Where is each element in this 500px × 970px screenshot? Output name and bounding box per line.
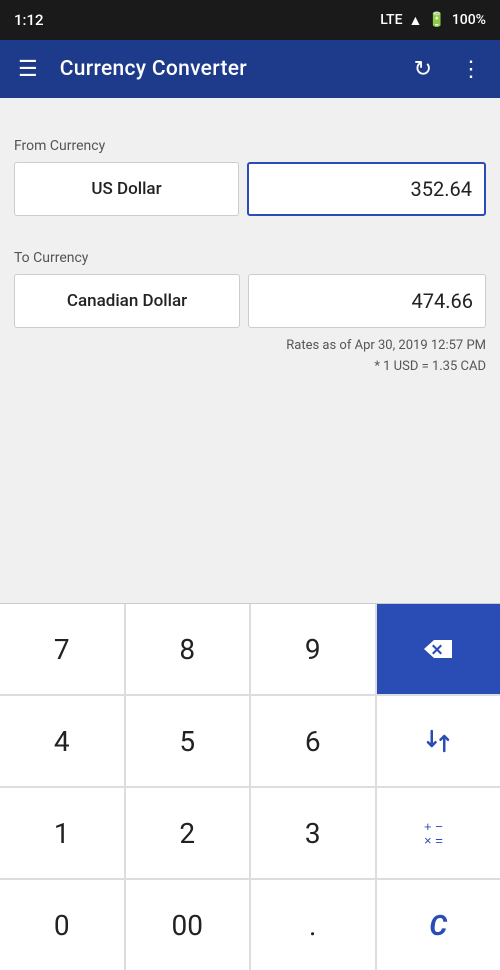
battery-icon: 🔋 <box>428 12 445 28</box>
key-6[interactable]: 6 <box>251 696 375 786</box>
main-content: From Currency US Dollar 352.64 To Curren… <box>0 98 500 593</box>
more-icon[interactable]: ⋮ <box>454 51 488 88</box>
key-0[interactable]: 0 <box>0 880 124 970</box>
app-bar: ☰ Currency Converter ↻ ⋮ <box>0 40 500 98</box>
key-9[interactable]: 9 <box>251 604 375 694</box>
key-clear[interactable]: C <box>377 880 500 970</box>
from-currency-row: US Dollar 352.64 <box>14 162 486 216</box>
status-bar: 1:12 LTE ▲ 🔋 100% <box>0 0 500 40</box>
key-4[interactable]: 4 <box>0 696 124 786</box>
from-currency-section: From Currency US Dollar 352.64 <box>14 138 486 216</box>
svg-text:+ −: + − <box>424 819 443 834</box>
key-7[interactable]: 7 <box>0 604 124 694</box>
app-title: Currency Converter <box>60 57 392 81</box>
key-1[interactable]: 1 <box>0 788 124 878</box>
to-currency-section: To Currency Canadian Dollar 474.66 <box>14 250 486 328</box>
svg-text:× =: × = <box>424 833 443 848</box>
ops-icon: + − × = <box>422 817 454 849</box>
key-8[interactable]: 8 <box>126 604 250 694</box>
backspace-icon <box>422 637 454 661</box>
network-label: LTE <box>380 12 402 28</box>
to-currency-name: Canadian Dollar <box>67 291 187 311</box>
to-amount: 474.66 <box>412 289 473 313</box>
keypad: 7 8 9 4 5 6 1 2 3 + − × = 0 00 . C <box>0 603 500 970</box>
key-swap[interactable] <box>377 696 500 786</box>
swap-icon <box>423 726 453 756</box>
key-ops[interactable]: + − × = <box>377 788 500 878</box>
key-3[interactable]: 3 <box>251 788 375 878</box>
to-currency-label: To Currency <box>14 250 486 266</box>
to-currency-value: 474.66 <box>248 274 486 328</box>
status-right: LTE ▲ 🔋 100% <box>380 12 486 29</box>
to-currency-row: Canadian Dollar 474.66 <box>14 274 486 328</box>
from-currency-selector[interactable]: US Dollar <box>14 162 239 216</box>
to-currency-selector[interactable]: Canadian Dollar <box>14 274 240 328</box>
key-dot[interactable]: . <box>251 880 375 970</box>
from-currency-value[interactable]: 352.64 <box>247 162 486 216</box>
battery-label: 100% <box>452 12 486 28</box>
rates-info: Rates as of Apr 30, 2019 12:57 PM * 1 US… <box>14 336 486 378</box>
time: 1:12 <box>14 11 44 29</box>
signal-icon: ▲ <box>409 12 423 29</box>
key-backspace[interactable] <box>377 604 500 694</box>
key-00[interactable]: 00 <box>126 880 250 970</box>
from-amount: 352.64 <box>411 177 472 201</box>
rates-line1: Rates as of Apr 30, 2019 12:57 PM <box>14 336 486 357</box>
refresh-icon[interactable]: ↻ <box>408 51 438 88</box>
key-2[interactable]: 2 <box>126 788 250 878</box>
key-5[interactable]: 5 <box>126 696 250 786</box>
from-currency-label: From Currency <box>14 138 486 154</box>
menu-icon[interactable]: ☰ <box>12 51 44 88</box>
from-currency-name: US Dollar <box>91 179 161 199</box>
rates-line2: * 1 USD = 1.35 CAD <box>14 357 486 378</box>
